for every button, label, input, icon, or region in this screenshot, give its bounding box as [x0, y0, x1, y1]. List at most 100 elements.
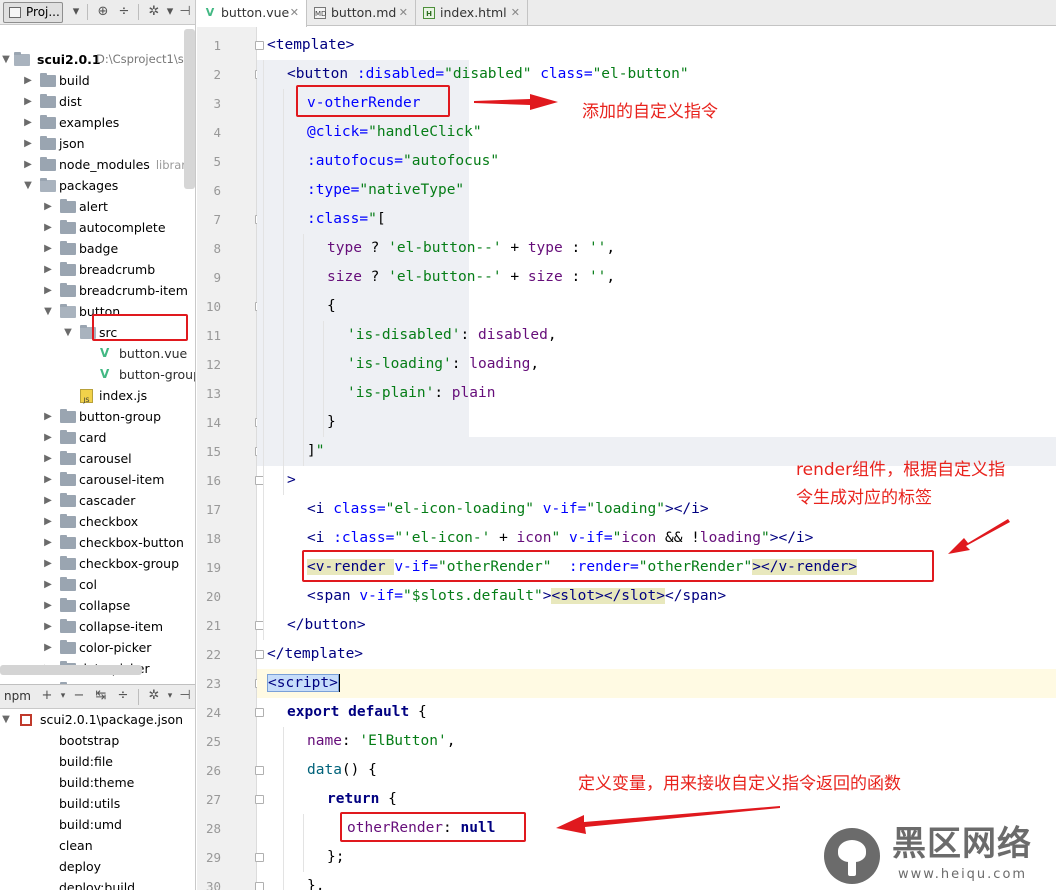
- chevron-right-icon[interactable]: ▶: [42, 259, 54, 280]
- code-line[interactable]: name: 'ElButton',: [257, 727, 1056, 756]
- tree-item[interactable]: ▶ card: [0, 427, 195, 448]
- collapse-all-icon[interactable]: ÷: [115, 3, 133, 21]
- hide-panel-icon[interactable]: ⊣: [176, 3, 194, 21]
- tree-item[interactable]: ▶ collapse: [0, 595, 195, 616]
- chevron-right-icon[interactable]: ▶: [42, 595, 54, 616]
- chevron-right-icon[interactable]: ▶: [22, 133, 34, 154]
- code-line[interactable]: <i :class="'el-icon-' + icon" v-if="icon…: [257, 524, 1056, 553]
- tree-item[interactable]: ▶ breadcrumb: [0, 259, 195, 280]
- code-line[interactable]: export default {: [257, 698, 1056, 727]
- tree-item[interactable]: ▶ carousel-item: [0, 469, 195, 490]
- chevron-right-icon[interactable]: ▶: [42, 490, 54, 511]
- chevron-down-icon[interactable]: ▼: [42, 301, 54, 322]
- tree-item[interactable]: ▶ node_moduleslibrary r: [0, 154, 195, 175]
- close-icon[interactable]: ✕: [290, 0, 299, 25]
- npm-script[interactable]: clean: [0, 835, 195, 856]
- close-icon[interactable]: ✕: [399, 0, 408, 25]
- chevron-right-icon[interactable]: ▶: [42, 637, 54, 658]
- code-line[interactable]: </button>: [257, 611, 1056, 640]
- dropdown-icon[interactable]: ▾: [67, 3, 85, 21]
- tree-item[interactable]: ▶ build: [0, 70, 195, 91]
- npm-package[interactable]: ▼ scui2.0.1\package.json: [0, 709, 195, 730]
- tab-button-md[interactable]: MD button.md ✕: [307, 0, 416, 26]
- npm-script[interactable]: build:umd: [0, 814, 195, 835]
- tree-item[interactable]: ▶ checkbox-group: [0, 553, 195, 574]
- code-line[interactable]: {: [257, 292, 1056, 321]
- code-line[interactable]: <script>: [257, 669, 1056, 698]
- code-line[interactable]: size ? 'el-button--' + size : '',: [257, 263, 1056, 292]
- tree-item[interactable]: ▶ carousel: [0, 448, 195, 469]
- tree-root[interactable]: ▼ scui2.0.1 D:\Csproject1\scu: [0, 49, 195, 70]
- code-line[interactable]: :autofocus="autofocus": [257, 147, 1056, 176]
- locate-icon[interactable]: ⊕: [94, 3, 112, 21]
- npm-script[interactable]: deploy: [0, 856, 195, 877]
- chevron-right-icon[interactable]: ▶: [42, 196, 54, 217]
- code-line[interactable]: 'is-loading': loading,: [257, 350, 1056, 379]
- code-line[interactable]: }: [257, 408, 1056, 437]
- chevron-right-icon[interactable]: ▶: [42, 238, 54, 259]
- tree-item[interactable]: ▶ breadcrumb-item: [0, 280, 195, 301]
- chevron-down-icon[interactable]: ▼: [62, 322, 74, 343]
- tree-item[interactable]: ▼ packages: [0, 175, 195, 196]
- chevron-right-icon[interactable]: ▶: [42, 448, 54, 469]
- chevron-right-icon[interactable]: ▶: [42, 553, 54, 574]
- chevron-right-icon[interactable]: ▶: [22, 154, 34, 175]
- chevron-down-icon[interactable]: ▼: [22, 175, 34, 196]
- chevron-right-icon[interactable]: ▶: [22, 91, 34, 112]
- tree-item[interactable]: ▶ col: [0, 574, 195, 595]
- chevron-right-icon[interactable]: ▶: [42, 406, 54, 427]
- code-token: size: [527, 269, 572, 285]
- tree-item[interactable]: ▶ color-picker: [0, 637, 195, 658]
- tree-item[interactable]: ▶ alert: [0, 196, 195, 217]
- code-line[interactable]: type ? 'el-button--' + type : '',: [257, 234, 1056, 263]
- chevron-down-icon[interactable]: ▼: [0, 709, 12, 730]
- hide-panel-icon[interactable]: ⊣: [176, 687, 194, 705]
- npm-script[interactable]: build:theme: [0, 772, 195, 793]
- project-tab[interactable]: Proj...: [3, 2, 63, 23]
- tree-item[interactable]: ▶ json: [0, 133, 195, 154]
- tree-item[interactable]: ▶ checkbox-button: [0, 532, 195, 553]
- tree-item[interactable]: ▶ button-group: [0, 406, 195, 427]
- npm-script[interactable]: bootstrap: [0, 730, 195, 751]
- tree-item[interactable]: ▶ autocomplete: [0, 217, 195, 238]
- horizontal-scrollbar[interactable]: [0, 665, 142, 675]
- chevron-right-icon[interactable]: ▶: [42, 469, 54, 490]
- code-line[interactable]: 'is-disabled': disabled,: [257, 321, 1056, 350]
- tree-item[interactable]: ▶ checkbox: [0, 511, 195, 532]
- npm-script[interactable]: build:utils: [0, 793, 195, 814]
- chevron-right-icon[interactable]: ▶: [42, 217, 54, 238]
- chevron-right-icon[interactable]: ▶: [42, 574, 54, 595]
- code-line[interactable]: :class="[: [257, 205, 1056, 234]
- tree-item[interactable]: ▶ cascader: [0, 490, 195, 511]
- tree-item[interactable]: ▶ dist: [0, 91, 195, 112]
- chevron-right-icon[interactable]: ▶: [22, 112, 34, 133]
- tab-index-html[interactable]: Hindex.html ✕: [416, 0, 528, 26]
- code-line[interactable]: </template>: [257, 640, 1056, 669]
- tree-item[interactable]: ▶ badge: [0, 238, 195, 259]
- close-icon[interactable]: ✕: [511, 0, 520, 25]
- run-icon[interactable]: ↹: [92, 687, 110, 705]
- chevron-right-icon[interactable]: ▶: [42, 280, 54, 301]
- code-line[interactable]: <i class="el-icon-loading" v-if="loading…: [257, 495, 1056, 524]
- tree-item[interactable]: Vbutton-group: [0, 364, 195, 385]
- code-line[interactable]: <span v-if="$slots.default"><slot></slot…: [257, 582, 1056, 611]
- chevron-right-icon[interactable]: ▶: [42, 511, 54, 532]
- tree-item[interactable]: JS index.js: [0, 385, 195, 406]
- chevron-right-icon[interactable]: ▶: [42, 427, 54, 448]
- npm-script[interactable]: deploy:build: [0, 877, 195, 890]
- chevron-right-icon[interactable]: ▶: [42, 532, 54, 553]
- code-line[interactable]: 'is-plain': plain: [257, 379, 1056, 408]
- tab-button-vue[interactable]: Vbutton.vue ✕: [197, 0, 307, 27]
- code-line[interactable]: :type="nativeType": [257, 176, 1056, 205]
- tree-item[interactable]: Vbutton.vue: [0, 343, 195, 364]
- npm-script[interactable]: build:file: [0, 751, 195, 772]
- chevron-right-icon[interactable]: ▶: [42, 616, 54, 637]
- collapse-all-icon[interactable]: ÷: [114, 687, 132, 705]
- chevron-right-icon[interactable]: ▶: [22, 70, 34, 91]
- tree-item[interactable]: ▶ examples: [0, 112, 195, 133]
- code-line[interactable]: <template>: [257, 31, 1056, 60]
- remove-icon[interactable]: −: [70, 687, 88, 705]
- vertical-scrollbar[interactable]: [184, 29, 195, 189]
- tree-item[interactable]: ▶ collapse-item: [0, 616, 195, 637]
- chevron-down-icon[interactable]: ▼: [0, 49, 12, 70]
